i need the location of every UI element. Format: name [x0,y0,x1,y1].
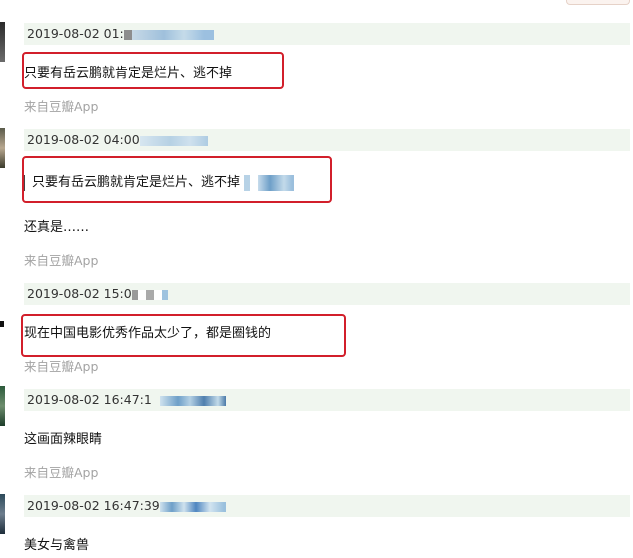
avatar[interactable] [0,321,4,327]
comment-source[interactable]: 来自豆瓣App [24,356,98,375]
comment-timestamp: 2019-08-02 16:47:1 [27,392,152,407]
comment-meta-bar: 2019-08-02 04:00 [24,129,630,151]
comment-source[interactable]: 来自豆瓣App [24,462,98,481]
avatar[interactable] [0,494,5,534]
highlight-box [22,52,284,89]
comment-text: 这画面辣眼睛 [24,432,103,447]
comment-timestamp: 2019-08-02 01: [27,26,124,41]
comment-meta-bar: 2019-08-02 16:47:1 [24,389,630,411]
redacted-username [131,289,168,300]
avatar[interactable] [0,386,5,426]
redacted-username [123,29,214,40]
comment-meta-bar: 2019-08-02 16:47:39 [24,495,630,517]
redacted-username [159,501,226,512]
comment-text: 还真是…… [24,220,90,235]
comment-meta-bar: 2019-08-02 01: [24,23,630,45]
avatar[interactable] [0,22,5,62]
comment-source[interactable]: 来自豆瓣App [24,96,98,115]
redacted-username [159,395,226,406]
comment-timestamp: 2019-08-02 15:0 [27,286,132,301]
highlight-box [21,314,346,357]
avatar[interactable] [0,128,5,168]
comment-timestamp: 2019-08-02 04:00 [27,132,140,147]
top-button-edge[interactable] [566,0,630,5]
comment-text: 美女与禽兽 [24,538,90,553]
highlight-box [22,156,332,203]
comment-timestamp: 2019-08-02 16:47:39 [27,498,160,513]
redacted-username [139,135,208,146]
comment-meta-bar: 2019-08-02 15:0 [24,283,630,305]
comment-source[interactable]: 来自豆瓣App [24,250,98,269]
